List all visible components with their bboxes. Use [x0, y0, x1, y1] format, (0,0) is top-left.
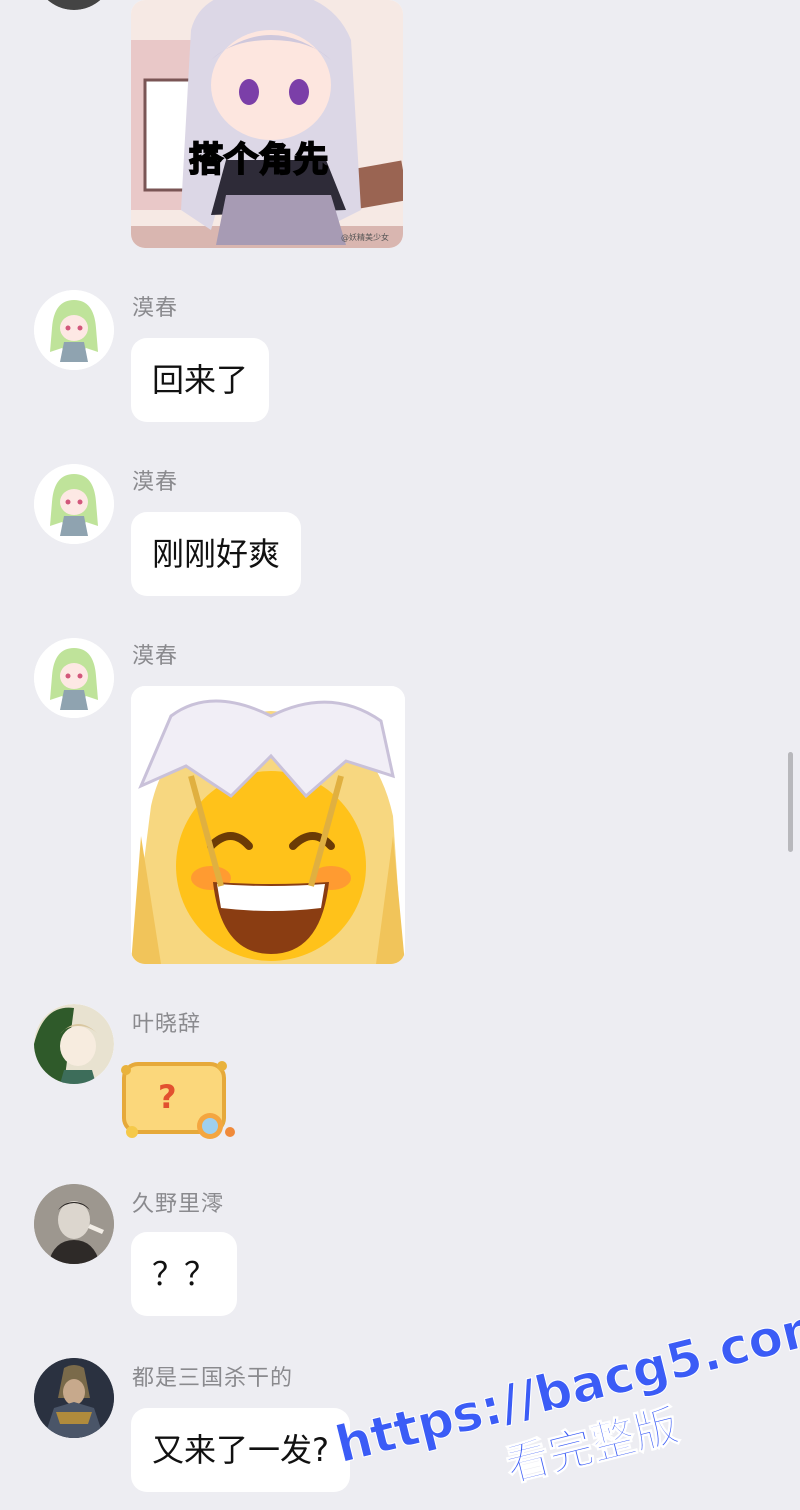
message-bubble[interactable]: 回来了: [131, 338, 270, 422]
sticker-message-top[interactable]: 搭个角先 @妖精美少女: [131, 0, 403, 248]
question-mark-text: ?: [158, 1078, 177, 1116]
scrollbar[interactable]: [788, 752, 793, 852]
sticker-caption: 搭个角先: [188, 139, 329, 181]
sender-name: 漠春: [132, 470, 179, 495]
avatar-jiuyeliling[interactable]: [34, 1184, 114, 1264]
sender-name: 漠春: [132, 296, 179, 321]
avatar-sanguosha[interactable]: [34, 1358, 114, 1438]
avatar-mochun[interactable]: [34, 464, 114, 544]
avatar-mochun[interactable]: [34, 638, 114, 718]
sticker-corner-text: @妖精美少女: [341, 233, 389, 242]
sticker-message-question[interactable]: ?: [118, 1050, 238, 1150]
avatar-mochun[interactable]: [34, 290, 114, 370]
avatar-yexiaoci[interactable]: [34, 1004, 114, 1084]
message-bubble[interactable]: 又来了一发?: [131, 1408, 350, 1492]
message-bubble[interactable]: ？？: [131, 1232, 238, 1316]
message-bubble[interactable]: 刚刚好爽: [131, 512, 302, 596]
sender-name: 漠春: [132, 644, 179, 669]
sender-name: 叶晓辞: [132, 1012, 202, 1037]
avatar-partial-top[interactable]: [34, 0, 114, 10]
sticker-message-laughing[interactable]: [131, 686, 405, 964]
sender-name: 久野里澪: [132, 1192, 225, 1217]
sender-name: 都是三国杀干的: [132, 1366, 294, 1391]
